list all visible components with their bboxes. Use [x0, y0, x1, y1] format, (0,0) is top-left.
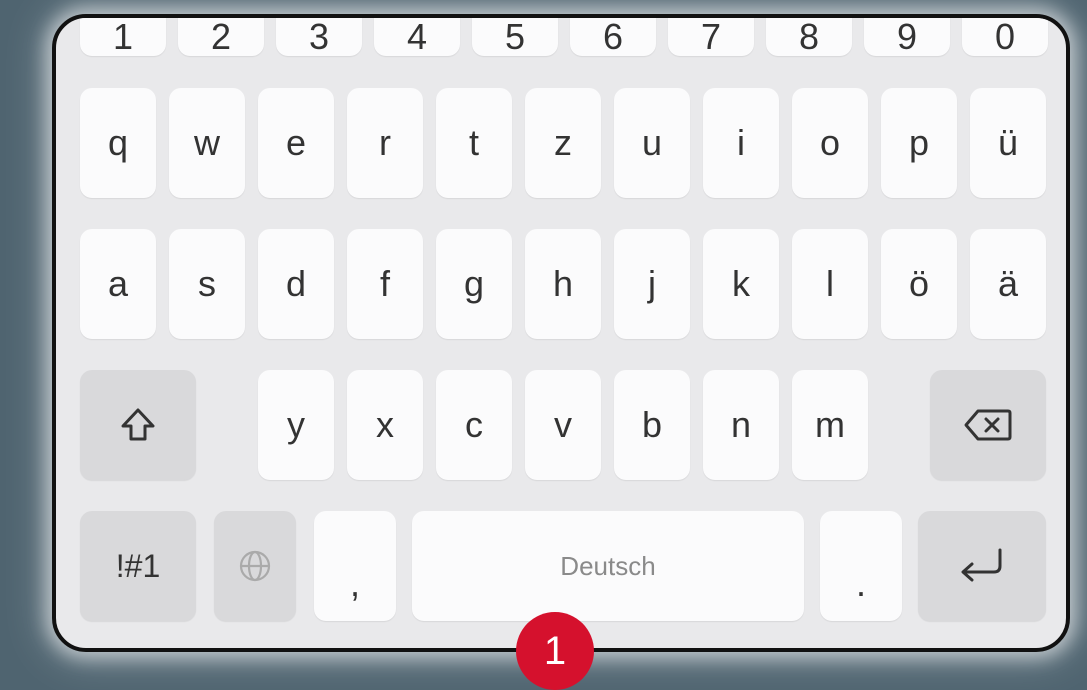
key-f[interactable]: f: [347, 229, 423, 339]
key-r[interactable]: r: [347, 88, 423, 198]
key-h[interactable]: h: [525, 229, 601, 339]
key-9[interactable]: 9: [864, 18, 950, 56]
keyboard: 1 2 3 4 5 6 7 8 9 0 q w e r t z u i o p …: [52, 14, 1070, 652]
key-w[interactable]: w: [169, 88, 245, 198]
key-1[interactable]: 1: [80, 18, 166, 56]
key-e[interactable]: e: [258, 88, 334, 198]
key-2[interactable]: 2: [178, 18, 264, 56]
enter-key[interactable]: [918, 511, 1046, 621]
key-7[interactable]: 7: [668, 18, 754, 56]
key-v[interactable]: v: [525, 370, 601, 480]
space-key[interactable]: Deutsch: [412, 511, 804, 621]
key-ue[interactable]: ü: [970, 88, 1046, 198]
key-3[interactable]: 3: [276, 18, 362, 56]
key-ae[interactable]: ä: [970, 229, 1046, 339]
key-5[interactable]: 5: [472, 18, 558, 56]
key-8[interactable]: 8: [766, 18, 852, 56]
enter-icon: [958, 546, 1006, 586]
key-o[interactable]: o: [792, 88, 868, 198]
key-z[interactable]: z: [525, 88, 601, 198]
key-u[interactable]: u: [614, 88, 690, 198]
key-x[interactable]: x: [347, 370, 423, 480]
key-s[interactable]: s: [169, 229, 245, 339]
key-oe[interactable]: ö: [881, 229, 957, 339]
key-m[interactable]: m: [792, 370, 868, 480]
backspace-icon: [964, 408, 1012, 442]
comma-key[interactable]: ,: [314, 511, 396, 621]
key-y[interactable]: y: [258, 370, 334, 480]
backspace-key[interactable]: [930, 370, 1046, 480]
key-j[interactable]: j: [614, 229, 690, 339]
step-number-badge: 1: [516, 612, 594, 690]
key-i[interactable]: i: [703, 88, 779, 198]
key-a[interactable]: a: [80, 229, 156, 339]
key-k[interactable]: k: [703, 229, 779, 339]
key-0[interactable]: 0: [962, 18, 1048, 56]
shift-icon: [119, 406, 157, 444]
key-l[interactable]: l: [792, 229, 868, 339]
key-d[interactable]: d: [258, 229, 334, 339]
symbols-key[interactable]: !#1: [80, 511, 196, 621]
key-g[interactable]: g: [436, 229, 512, 339]
key-t[interactable]: t: [436, 88, 512, 198]
key-c[interactable]: c: [436, 370, 512, 480]
key-p[interactable]: p: [881, 88, 957, 198]
shift-key[interactable]: [80, 370, 196, 480]
key-b[interactable]: b: [614, 370, 690, 480]
key-n[interactable]: n: [703, 370, 779, 480]
globe-icon: [238, 549, 272, 583]
language-key[interactable]: [214, 511, 296, 621]
key-6[interactable]: 6: [570, 18, 656, 56]
period-key[interactable]: .: [820, 511, 902, 621]
key-4[interactable]: 4: [374, 18, 460, 56]
key-q[interactable]: q: [80, 88, 156, 198]
